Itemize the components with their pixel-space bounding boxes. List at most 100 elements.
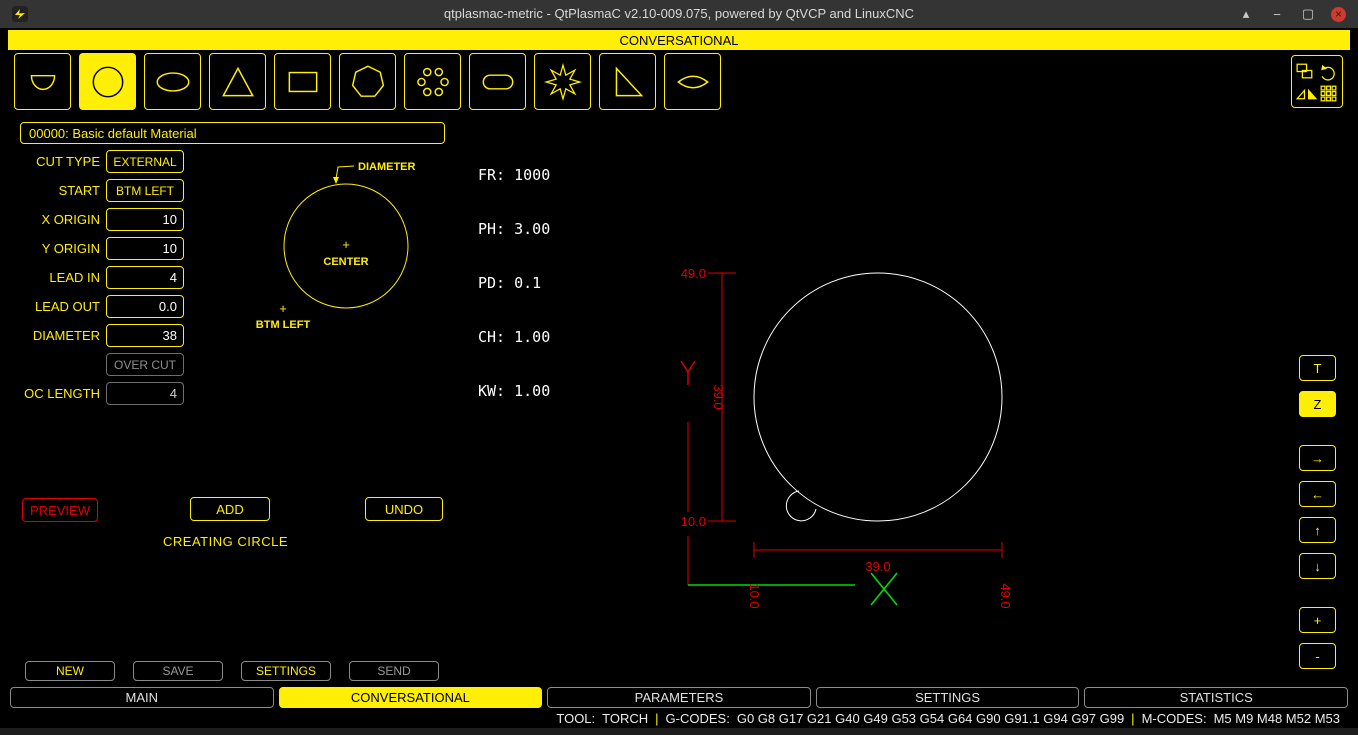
mirror-icon bbox=[1297, 90, 1304, 98]
part-circle bbox=[754, 273, 1002, 521]
statusbar-separator: | bbox=[655, 711, 658, 726]
cut-type-label: CUT TYPE bbox=[8, 150, 100, 173]
slot-icon bbox=[477, 61, 519, 103]
y-origin-input[interactable] bbox=[106, 237, 184, 260]
material-select[interactable]: 00000: Basic default Material bbox=[20, 122, 445, 144]
app-window: qtplasmac-metric - QtPlasmaC v2.10-009.0… bbox=[0, 0, 1358, 735]
pan-left-button[interactable]: ← bbox=[1299, 481, 1336, 507]
preview-t-button[interactable]: T bbox=[1299, 355, 1336, 381]
statusbar-separator: | bbox=[1131, 711, 1134, 726]
tab-main[interactable]: MAIN bbox=[10, 687, 274, 708]
main-tab-bar: MAIN CONVERSATIONAL PARAMETERS SETTINGS … bbox=[10, 687, 1348, 708]
lead-in-arc bbox=[786, 491, 816, 521]
x-origin-label: X ORIGIN bbox=[8, 208, 100, 231]
zoom-in-button[interactable]: + bbox=[1299, 607, 1336, 633]
tab-settings[interactable]: SETTINGS bbox=[816, 687, 1080, 708]
y-axis-marker bbox=[681, 361, 695, 385]
shape-circle-button[interactable] bbox=[79, 53, 136, 110]
line-arc-icon bbox=[22, 61, 64, 103]
add-button[interactable]: ADD bbox=[190, 497, 270, 521]
shape-rectangle-button[interactable] bbox=[274, 53, 331, 110]
shape-line-arc-button[interactable] bbox=[14, 53, 71, 110]
h-dim-right-label: 49.0 bbox=[998, 583, 1013, 608]
shape-polygon-button[interactable] bbox=[339, 53, 396, 110]
star-icon bbox=[542, 61, 584, 103]
shape-star-button[interactable] bbox=[534, 53, 591, 110]
shape-bolt-circle-button[interactable] bbox=[404, 53, 461, 110]
lead-in-label: LEAD IN bbox=[8, 266, 100, 289]
creation-status: CREATING CIRCLE bbox=[8, 534, 443, 549]
transform-icons bbox=[1294, 59, 1340, 105]
x-origin-input[interactable] bbox=[106, 208, 184, 231]
lead-out-input[interactable] bbox=[106, 295, 184, 318]
array-icon bbox=[1321, 86, 1336, 101]
mcodes-value: M5 M9 M48 M52 M53 bbox=[1214, 711, 1340, 726]
window-frame-bottom bbox=[0, 728, 1358, 735]
mode-banner: CONVERSATIONAL bbox=[8, 30, 1350, 50]
tab-parameters[interactable]: PARAMETERS bbox=[547, 687, 811, 708]
over-cut-button[interactable]: OVER CUT bbox=[106, 353, 184, 376]
mcodes-label: M-CODES: bbox=[1142, 711, 1207, 726]
origin-cross-marker bbox=[871, 573, 897, 605]
maximize-icon[interactable]: ▢ bbox=[1300, 6, 1316, 22]
tool-value: TORCH bbox=[602, 711, 648, 726]
shape-lens-button[interactable] bbox=[664, 53, 721, 110]
tool-label: TOOL: bbox=[556, 711, 595, 726]
gcodes-value: G0 G8 G17 G21 G40 G49 G53 G54 G64 G90 G9… bbox=[737, 711, 1124, 726]
pan-right-button[interactable]: → bbox=[1299, 445, 1336, 471]
diagram-diameter-label: DIAMETER bbox=[358, 161, 416, 173]
transform-tools-button[interactable] bbox=[1291, 55, 1343, 108]
preview-button[interactable]: PREVIEW bbox=[22, 498, 98, 522]
center-marker: + bbox=[342, 237, 350, 252]
tab-conversational[interactable]: CONVERSATIONAL bbox=[279, 687, 543, 708]
lead-out-label: LEAD OUT bbox=[8, 295, 100, 318]
zoom-out-button[interactable]: - bbox=[1299, 643, 1336, 669]
statusbar: TOOL: TORCH | G-CODES: G0 G8 G17 G21 G40… bbox=[0, 709, 1350, 728]
preview-canvas[interactable]: FR: 1000 PH: 3.00 PD: 0.1 CH: 1.00 KW: 1… bbox=[464, 122, 1292, 670]
window-title: qtplasmac-metric - QtPlasmaC v2.10-009.0… bbox=[0, 0, 1358, 28]
diameter-label: DIAMETER bbox=[8, 324, 100, 347]
preview-drawing: 49.0 39.0 10.0 bbox=[464, 122, 1292, 670]
shape-triangle-button[interactable] bbox=[209, 53, 266, 110]
lead-in-input[interactable] bbox=[106, 266, 184, 289]
gcodes-label: G-CODES: bbox=[666, 711, 730, 726]
window-controls: ▴ − ▢ × bbox=[1238, 0, 1346, 28]
undo-button[interactable]: UNDO bbox=[365, 497, 443, 521]
over-cut-row: OVER CUT bbox=[8, 353, 458, 376]
polygon-icon bbox=[347, 61, 389, 103]
start-label: START bbox=[8, 179, 100, 202]
cut-type-button[interactable]: EXTERNAL bbox=[106, 150, 184, 173]
triangle-icon bbox=[217, 61, 259, 103]
h-dim-mid-label: 39.0 bbox=[865, 559, 890, 574]
shape-ellipse-button[interactable] bbox=[144, 53, 201, 110]
shape-gusset-button[interactable] bbox=[599, 53, 656, 110]
close-icon[interactable]: × bbox=[1331, 7, 1346, 22]
pan-down-button[interactable]: ↓ bbox=[1299, 553, 1336, 579]
gusset-icon bbox=[607, 61, 649, 103]
start-point-label: BTM LEFT bbox=[256, 319, 311, 331]
oc-length-label: OC LENGTH bbox=[8, 382, 100, 405]
start-marker: + bbox=[279, 301, 287, 316]
h-dim-left-label: 10.0 bbox=[747, 583, 762, 608]
shade-icon[interactable]: ▴ bbox=[1238, 6, 1254, 22]
start-button[interactable]: BTM LEFT bbox=[106, 179, 184, 202]
shape-slot-button[interactable] bbox=[469, 53, 526, 110]
diameter-arrow bbox=[333, 177, 339, 184]
tab-statistics[interactable]: STATISTICS bbox=[1084, 687, 1348, 708]
minimize-icon[interactable]: − bbox=[1269, 7, 1285, 22]
new-button[interactable]: NEW bbox=[25, 661, 115, 681]
v-dim-top-label: 49.0 bbox=[681, 266, 706, 281]
diameter-input[interactable] bbox=[106, 324, 184, 347]
pan-up-button[interactable]: ↑ bbox=[1299, 517, 1336, 543]
settings-button[interactable]: SETTINGS bbox=[241, 661, 331, 681]
ellipse-icon bbox=[152, 61, 194, 103]
send-button[interactable]: SEND bbox=[349, 661, 439, 681]
oc-length-input[interactable] bbox=[106, 382, 184, 405]
preview-z-button[interactable]: Z bbox=[1299, 391, 1336, 417]
save-button[interactable]: SAVE bbox=[133, 661, 223, 681]
circle-icon bbox=[87, 61, 129, 103]
v-dim-bottom-label: 10.0 bbox=[681, 514, 706, 529]
bolt-circle-icon bbox=[412, 61, 454, 103]
rectangle-icon bbox=[282, 61, 324, 103]
y-origin-label: Y ORIGIN bbox=[8, 237, 100, 260]
